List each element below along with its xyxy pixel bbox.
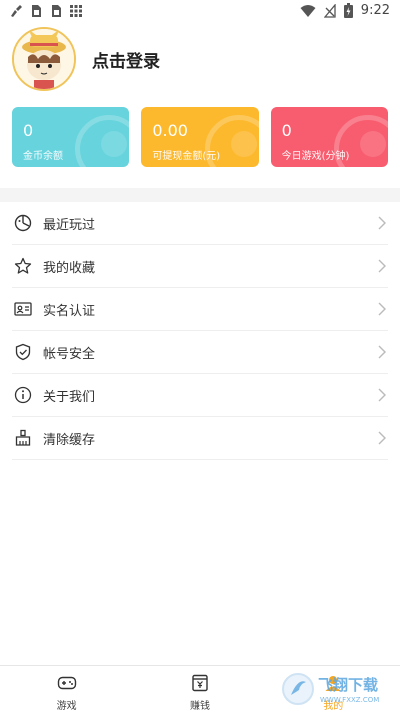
clock-watermark-inner <box>359 131 386 157</box>
withdrawable-value: 0.00 <box>152 121 188 140</box>
chevron-right-icon <box>378 259 386 273</box>
menu-item-label: 关于我们 <box>43 389 96 405</box>
withdrawable-card[interactable]: 0.00 可提现金额(元) <box>141 107 259 167</box>
clock: 9:22 <box>360 3 390 18</box>
chevron-right-icon <box>378 302 386 316</box>
svg-text:飞翔下载: 飞翔下载 <box>318 676 378 694</box>
status-right: 9:22 <box>300 3 390 18</box>
coin-balance-label: 金币余额 <box>23 151 63 162</box>
play-time-card[interactable]: 0 今日游戏(分钟) <box>270 107 388 167</box>
chevron-right-icon <box>378 431 386 445</box>
status-left-icons <box>9 4 83 18</box>
money-bag-icon <box>192 674 208 692</box>
menu-item-recent[interactable]: 最近玩过 <box>12 202 388 245</box>
menu-item-label: 实名认证 <box>43 303 96 319</box>
play-time-value: 0 <box>281 121 292 140</box>
menu-item-account-security[interactable]: 帐号安全 <box>12 331 388 374</box>
status-bar: 9:22 <box>0 0 400 24</box>
wifi-icon <box>300 4 316 17</box>
login-link[interactable]: 点击登录 <box>92 47 160 72</box>
menu-item-verification[interactable]: 实名认证 <box>12 288 388 331</box>
withdrawable-label: 可提现金额(元) <box>152 151 221 162</box>
tab-label: 赚钱 <box>189 701 210 712</box>
coin-balance-value: 0 <box>23 121 34 140</box>
id-card-icon <box>14 302 32 316</box>
coin-balance-card[interactable]: 0 金币余额 <box>12 107 130 167</box>
play-time-label: 今日游戏(分钟) <box>281 151 350 162</box>
battery-charging-icon <box>343 3 353 18</box>
site-watermark-logo: 飞翔下载 WWW.FXXZ.COM <box>282 673 379 705</box>
chevron-right-icon <box>378 216 386 230</box>
menu-item-favorites[interactable]: 我的收藏 <box>12 245 388 288</box>
tab-games[interactable]: 游戏 <box>0 666 133 712</box>
svg-text:WWW.FXXZ.COM: WWW.FXXZ.COM <box>320 696 379 704</box>
menu-item-about[interactable]: 关于我们 <box>12 374 388 417</box>
chevron-right-icon <box>378 388 386 402</box>
profile-header[interactable]: 点击登录 <box>12 26 160 92</box>
no-signal-icon <box>323 3 336 18</box>
shield-check-icon <box>15 343 31 361</box>
tab-earn[interactable]: 赚钱 <box>133 666 266 712</box>
star-icon <box>14 257 32 274</box>
menu-item-label: 我的收藏 <box>43 260 96 276</box>
sim-card-icon <box>32 5 41 17</box>
sim-card-icon <box>52 5 61 17</box>
menu-item-label: 清除缓存 <box>43 432 96 448</box>
stats-cards: 0 金币余额 0.00 可提现金额(元) 0 今日游戏(分钟) <box>12 107 388 167</box>
settings-menu: 最近玩过 我的收藏 实名认证 帐号安全 关于我们 清除缓存 <box>0 202 400 460</box>
avatar[interactable] <box>12 27 76 91</box>
menu-item-label: 最近玩过 <box>43 217 96 233</box>
tab-label: 游戏 <box>56 701 77 712</box>
broom-icon <box>15 429 31 446</box>
grid-apps-icon <box>70 5 82 17</box>
menu-item-clear-cache[interactable]: 清除缓存 <box>12 417 388 460</box>
gamepad-icon <box>57 676 76 690</box>
info-icon <box>14 386 32 404</box>
cleaner-icon <box>11 5 22 17</box>
menu-item-label: 帐号安全 <box>43 346 96 362</box>
section-divider <box>0 188 400 202</box>
yuan-watermark-inner <box>230 131 257 157</box>
avatar-cat-icon <box>14 29 74 89</box>
chevron-right-icon <box>378 345 386 359</box>
pie-clock-icon <box>14 214 32 232</box>
